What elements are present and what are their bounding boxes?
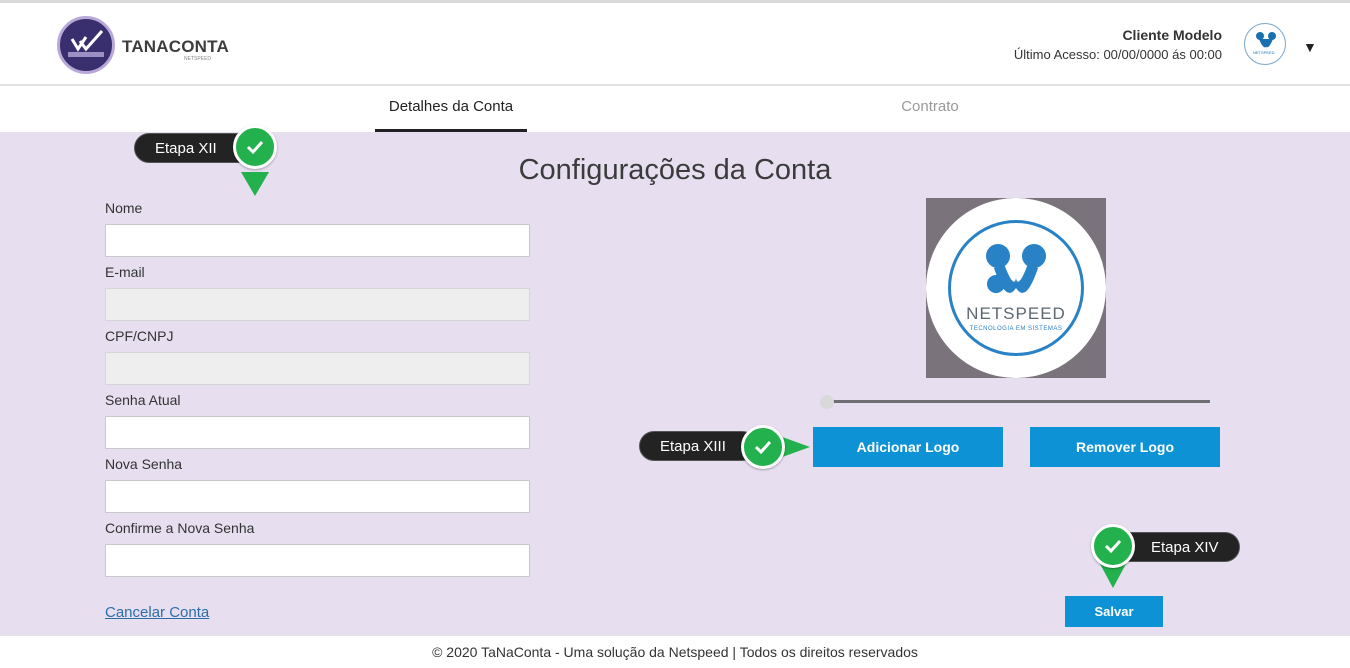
confirm-password-label: Confirme a Nova Senha xyxy=(105,520,255,536)
footer: © 2020 TaNaConta - Uma solução da Netspe… xyxy=(0,635,1350,667)
current-password-label: Senha Atual xyxy=(105,392,181,408)
current-password-field[interactable] xyxy=(105,416,530,449)
logo-image: NETSPEED TECNOLOGIA EM SISTEMAS xyxy=(926,198,1106,378)
add-logo-button[interactable]: Adicionar Logo xyxy=(813,427,1003,467)
email-label: E-mail xyxy=(105,264,145,280)
step-13-badge xyxy=(741,425,785,469)
remove-logo-button[interactable]: Remover Logo xyxy=(1030,427,1220,467)
tab-account-details[interactable]: Detalhes da Conta xyxy=(375,88,527,132)
netspeed-logo-icon xyxy=(986,244,1046,293)
tanaconta-logo-icon[interactable] xyxy=(57,16,115,74)
header: TANACONTA NETSPEED Cliente Modelo Último… xyxy=(0,0,1350,86)
logo-subtitle: TECNOLOGIA EM SISTEMAS xyxy=(969,326,1063,332)
checkmark-icon xyxy=(246,140,264,155)
user-name: Cliente Modelo xyxy=(1122,27,1222,43)
cpf-cnpj-label: CPF/CNPJ xyxy=(105,328,174,344)
avatar[interactable]: NETSPEED xyxy=(1244,23,1286,65)
zoom-slider-track[interactable] xyxy=(828,400,1210,403)
caret-down-icon[interactable]: ▼ xyxy=(1303,39,1317,55)
step-12-badge xyxy=(233,125,277,169)
logo-title: NETSPEED xyxy=(966,304,1066,323)
step-12-pin-tail xyxy=(241,172,269,196)
step-13-label: Etapa XIII xyxy=(639,431,757,461)
tab-contract[interactable]: Contrato xyxy=(842,88,1018,132)
netspeed-avatar-icon xyxy=(1256,32,1276,48)
brand-name: TANACONTA xyxy=(122,37,229,56)
main-content: Configurações da Conta Nome E-mail CPF/C… xyxy=(0,125,1350,635)
last-access: Último Acesso: 00/00/0000 ás 00:00 xyxy=(1013,47,1222,62)
avatar-text: NETSPEED xyxy=(1253,50,1275,55)
tab-bar: Detalhes da Conta Contrato xyxy=(2,88,1347,132)
confirm-password-field[interactable] xyxy=(105,544,530,577)
checkmark-icon xyxy=(754,440,772,455)
cpf-cnpj-field[interactable] xyxy=(105,352,530,385)
checkmark-icon xyxy=(1104,539,1122,554)
new-password-field[interactable] xyxy=(105,480,530,513)
step-14-badge xyxy=(1091,524,1135,568)
email-field[interactable] xyxy=(105,288,530,321)
brand-subtitle: NETSPEED xyxy=(184,56,211,62)
save-button[interactable]: Salvar xyxy=(1065,596,1163,627)
logo-preview: NETSPEED TECNOLOGIA EM SISTEMAS xyxy=(926,198,1106,378)
name-label: Nome xyxy=(105,200,143,216)
name-field[interactable] xyxy=(105,224,530,257)
cancel-account-link[interactable]: Cancelar Conta xyxy=(105,604,209,621)
new-password-label: Nova Senha xyxy=(105,456,183,472)
zoom-slider-handle[interactable] xyxy=(820,395,834,409)
